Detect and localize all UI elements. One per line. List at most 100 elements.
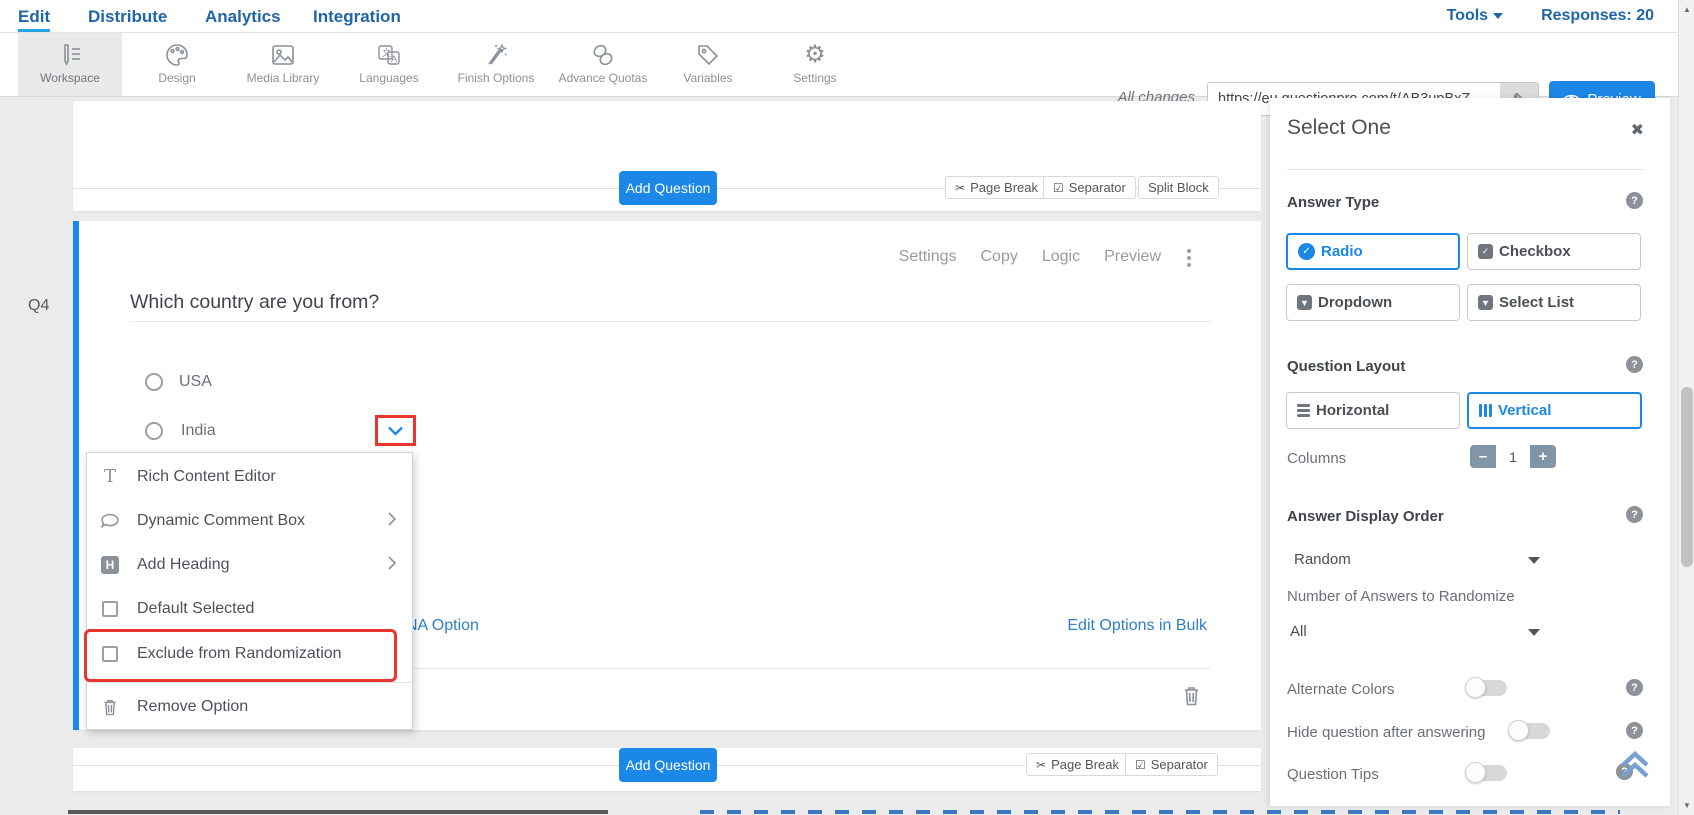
- page-break-button-bottom[interactable]: ✂ Page Break: [1026, 753, 1129, 776]
- toolbar-item-settings[interactable]: ⚙ Settings: [763, 33, 867, 96]
- clipped-content-bar: [68, 810, 608, 814]
- layout-vertical[interactable]: Vertical: [1467, 392, 1642, 429]
- options-divider: [413, 668, 1210, 669]
- tools-menu[interactable]: Tools: [1447, 7, 1504, 25]
- minus-button[interactable]: –: [1470, 445, 1496, 468]
- submenu-chevron-icon: [388, 511, 397, 531]
- hide-question-toggle[interactable]: [1508, 720, 1550, 741]
- delete-question-icon[interactable]: [1182, 685, 1201, 711]
- edit-options-in-bulk-link[interactable]: Edit Options in Bulk: [1067, 617, 1207, 635]
- menu-item-remove-option[interactable]: Remove Option: [87, 685, 412, 729]
- menu-item-dynamic-comment-box[interactable]: Dynamic Comment Box: [87, 499, 412, 543]
- chevron-down-icon: [1493, 12, 1504, 19]
- question-title[interactable]: Which country are you from?: [130, 291, 379, 314]
- answer-display-order-label: Answer Display Order: [1287, 508, 1444, 525]
- help-icon[interactable]: ?: [1626, 506, 1643, 523]
- question-tips-toggle[interactable]: [1465, 762, 1507, 783]
- scroll-up-icon[interactable]: ▲: [1679, 1, 1694, 17]
- help-icon[interactable]: ?: [1626, 679, 1643, 696]
- question-preview-link[interactable]: Preview: [1104, 248, 1161, 266]
- double-chevron-up-icon[interactable]: ?: [1616, 750, 1652, 782]
- checked-box-icon: ☑: [1135, 757, 1146, 772]
- separator-button-top[interactable]: ☑ Separator: [1043, 176, 1136, 199]
- menu-item-exclude-from-randomization[interactable]: Exclude from Randomization: [87, 632, 412, 676]
- heading-icon: H: [99, 556, 121, 574]
- help-icon[interactable]: ?: [1626, 722, 1643, 739]
- chevron-down-icon: [388, 426, 403, 436]
- toolbar-item-workspace[interactable]: Workspace: [18, 33, 122, 96]
- scissors-icon: ✂: [1036, 757, 1047, 772]
- question-copy-link[interactable]: Copy: [980, 248, 1017, 266]
- toolbar-item-advance-quotas[interactable]: Advance Quotas: [551, 33, 655, 96]
- question-more-menu-icon[interactable]: [1186, 246, 1192, 270]
- close-icon[interactable]: ✖: [1631, 120, 1644, 140]
- toolbar-item-media-library[interactable]: Media Library: [231, 33, 335, 96]
- split-block-button[interactable]: Split Block: [1138, 176, 1219, 199]
- na-option-link[interactable]: NA Option: [406, 617, 479, 635]
- randomize-count-select[interactable]: All: [1290, 623, 1307, 640]
- separator-button-bottom[interactable]: ☑ Separator: [1125, 753, 1218, 776]
- question-layout-label: Question Layout: [1287, 358, 1406, 375]
- add-question-button-bottom[interactable]: Add Question: [619, 748, 717, 782]
- page-scrollbar[interactable]: ▲ ▼: [1678, 0, 1694, 815]
- toolbar-item-languages[interactable]: 文A Languages: [337, 33, 441, 96]
- dropdown-caret-icon: ▼: [1478, 295, 1493, 310]
- answer-type-checkbox[interactable]: ✓ Checkbox: [1467, 233, 1641, 270]
- option-context-menu: T Rich Content Editor Dynamic Comment Bo…: [86, 452, 413, 730]
- add-question-button-top[interactable]: Add Question: [619, 171, 717, 205]
- columns-value: 1: [1496, 445, 1530, 468]
- sidebar-title: Select One: [1287, 116, 1391, 139]
- alternate-colors-toggle[interactable]: [1465, 677, 1507, 698]
- nav-tab-distribute[interactable]: Distribute: [88, 7, 167, 27]
- page-break-button-top[interactable]: ✂ Page Break: [945, 176, 1048, 199]
- vertical-bars-icon: [1479, 404, 1492, 417]
- toolbar-item-label: Settings: [793, 71, 837, 85]
- nav-tab-edit[interactable]: Edit: [18, 7, 51, 32]
- toolbar-item-label: Languages: [359, 71, 419, 85]
- select-caret-icon[interactable]: [1528, 557, 1540, 564]
- help-icon[interactable]: ?: [1626, 356, 1643, 373]
- question-settings-sidebar: Select One ✖ Answer Type ? ✓ Radio ✓ Che…: [1270, 98, 1670, 806]
- radio-check-icon: ✓: [1298, 243, 1315, 260]
- sidebar-divider: [1287, 169, 1643, 170]
- design-icon: [164, 41, 190, 69]
- nav-tab-analytics[interactable]: Analytics: [205, 7, 281, 27]
- toolbar-item-label: Media Library: [246, 71, 320, 85]
- variables-icon: [695, 41, 721, 69]
- trash-icon: [99, 698, 121, 716]
- checkbox-icon: [99, 601, 121, 617]
- nav-tab-integration[interactable]: Integration: [313, 7, 401, 27]
- menu-item-rich-content-editor[interactable]: T Rich Content Editor: [87, 455, 412, 499]
- question-settings-link[interactable]: Settings: [899, 248, 957, 266]
- display-order-select[interactable]: Random: [1294, 551, 1351, 568]
- radio-option-usa[interactable]: [145, 373, 163, 391]
- menu-item-add-heading[interactable]: H Add Heading: [87, 543, 412, 587]
- plus-button[interactable]: +: [1530, 445, 1556, 468]
- toolbar-item-design[interactable]: Design: [125, 33, 229, 96]
- question-tips-label: Question Tips: [1287, 766, 1379, 783]
- block-section-top: Add Question ✂ Page Break ☑ Separator Spli…: [73, 101, 1261, 211]
- select-caret-icon[interactable]: [1528, 629, 1540, 636]
- answer-type-dropdown[interactable]: ▼ Dropdown: [1286, 284, 1460, 321]
- checkbox-icon: [99, 646, 121, 662]
- help-icon[interactable]: ?: [1626, 192, 1643, 209]
- toolbar-item-label: Workspace: [40, 71, 100, 85]
- option-label-usa[interactable]: USA: [179, 373, 212, 391]
- rich-text-icon: T: [103, 466, 116, 487]
- question-actions: Settings Copy Logic Preview: [899, 248, 1161, 266]
- responses-count[interactable]: Responses: 20: [1541, 7, 1654, 25]
- answer-type-select-list[interactable]: ▼ Select List: [1467, 284, 1641, 321]
- scrollbar-thumb[interactable]: [1681, 387, 1693, 567]
- clipped-dashed-line: [700, 810, 1620, 814]
- answer-type-radio[interactable]: ✓ Radio: [1286, 233, 1460, 270]
- option-label-india[interactable]: India: [181, 422, 216, 440]
- layout-horizontal[interactable]: Horizontal: [1286, 392, 1460, 429]
- option-actions-chevron-button[interactable]: [375, 415, 416, 446]
- menu-item-default-selected[interactable]: Default Selected: [87, 587, 412, 631]
- scroll-down-icon[interactable]: ▼: [1679, 797, 1694, 813]
- toolbar-item-finish-options[interactable]: Finish Options: [444, 33, 548, 96]
- editor-toolbar: Workspace Design Media Library 文A Langua…: [0, 33, 1694, 123]
- radio-option-india[interactable]: [145, 422, 163, 440]
- toolbar-item-variables[interactable]: Variables: [656, 33, 760, 96]
- question-logic-link[interactable]: Logic: [1042, 248, 1080, 266]
